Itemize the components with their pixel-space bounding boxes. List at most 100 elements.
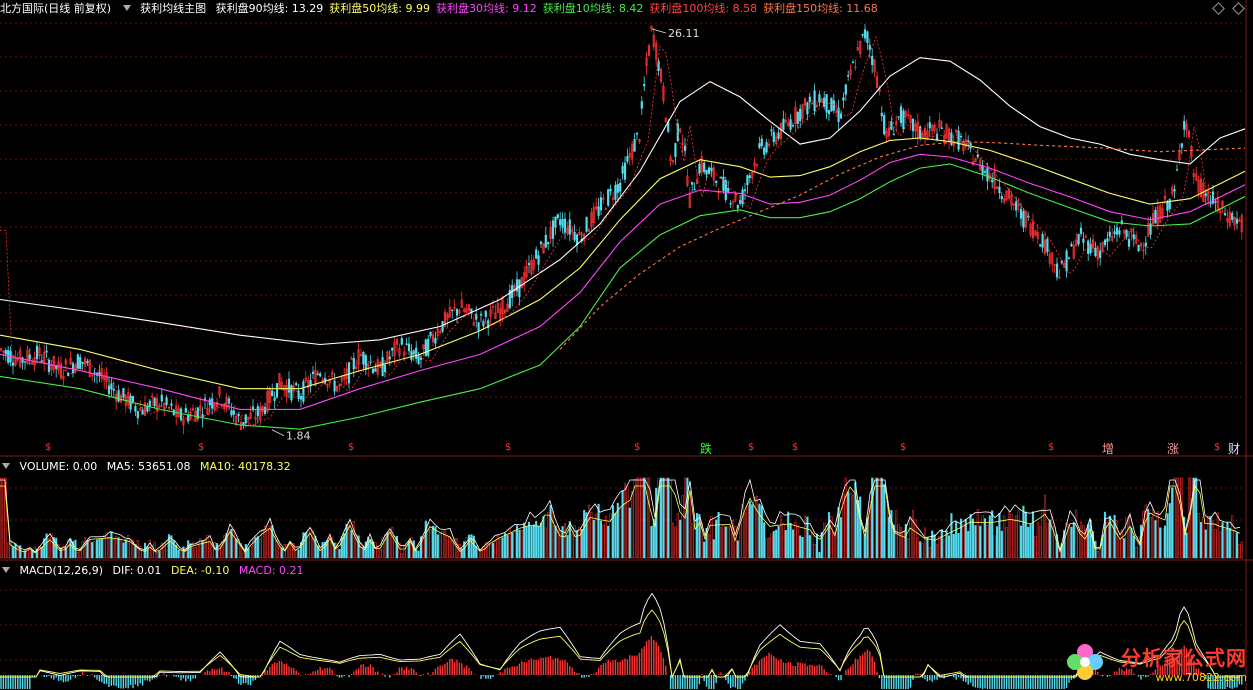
volume-bar (691, 523, 694, 559)
candle-body (1065, 250, 1068, 272)
candle-body (1039, 244, 1042, 247)
candle-body (211, 398, 214, 409)
volume-bar (158, 551, 161, 559)
volume-bar (777, 526, 780, 559)
volume-bar (1211, 520, 1215, 559)
volume-bar (602, 524, 605, 559)
volume-bar (76, 552, 79, 559)
volume-bar (563, 523, 567, 559)
candle-body (299, 395, 303, 400)
candle-body (479, 313, 483, 316)
volume-bar (278, 546, 281, 559)
volume-bar (549, 505, 552, 559)
candle-body (559, 219, 562, 226)
candle-body (11, 362, 15, 366)
volume-bar (839, 517, 843, 559)
candle-body (1000, 196, 1003, 200)
volume-bar (554, 525, 557, 559)
flower-logo-icon (1065, 642, 1105, 682)
volume-bar (991, 510, 994, 559)
signal-marker: $ (1048, 442, 1055, 453)
volume-bar (621, 490, 624, 559)
candle-body (388, 356, 391, 360)
volume-bar (249, 546, 252, 559)
volume-bar (1132, 535, 1135, 559)
candle-body (455, 308, 459, 316)
candle-body (400, 338, 403, 345)
signal-marker: 涨 (1167, 442, 1180, 456)
volume-bar (590, 512, 593, 559)
volume-bar (671, 522, 675, 559)
volume-bar (511, 532, 514, 559)
volume-bar (837, 506, 840, 559)
candle-body (1204, 193, 1207, 197)
candle-body (1223, 213, 1227, 216)
volume-bar (758, 503, 761, 559)
volume-bar (595, 513, 598, 559)
volume-bar (635, 477, 639, 559)
volume-bar (136, 540, 139, 559)
volume-bar (532, 524, 535, 559)
volume-bar (933, 534, 936, 559)
volume-bar (789, 523, 792, 559)
candle-body (1127, 239, 1131, 247)
volume-bar (1070, 526, 1073, 559)
volume-bar (710, 516, 713, 559)
candle-body (547, 241, 550, 245)
volume-bar (1118, 538, 1121, 559)
volume-bar (575, 530, 579, 559)
volume-bar (859, 496, 862, 559)
candle-body (544, 234, 547, 248)
volume-bar (969, 514, 972, 559)
volume-bar (345, 523, 348, 559)
candle-body (633, 139, 636, 152)
high-label: 26.11 (668, 27, 700, 40)
candle-body (295, 383, 298, 386)
candle-body (1214, 201, 1217, 203)
candle-body (1041, 233, 1044, 248)
volume-bar (628, 507, 631, 559)
volume-bar (1075, 509, 1078, 559)
candle-body (902, 110, 905, 130)
volume-bar (542, 516, 545, 559)
candle-body (763, 147, 766, 155)
volume-bar (338, 548, 341, 559)
volume-bar (81, 541, 84, 559)
volume-bar (105, 532, 108, 559)
candle-body (290, 385, 293, 401)
candle-body (1183, 121, 1186, 130)
candle-body (244, 414, 247, 424)
volume-bar (765, 538, 768, 559)
candle-body (67, 372, 70, 377)
candle-body (1046, 238, 1049, 253)
candle-body (424, 339, 427, 357)
volume-bar (352, 520, 355, 559)
volume-bar (518, 529, 521, 559)
candle-body (1108, 231, 1111, 237)
candle-body (1173, 189, 1176, 192)
volume-bar (215, 543, 219, 559)
ma-line-0 (0, 57, 1246, 346)
volume-bar (403, 544, 406, 559)
candle-body (230, 410, 233, 416)
volume-bar (676, 513, 679, 559)
volume-bar (1223, 528, 1227, 559)
volume-bar (976, 509, 979, 559)
kline-chart[interactable]: 26.11 1.84 (0, 0, 1253, 690)
volume-bar (633, 479, 636, 559)
volume-bar (547, 512, 550, 559)
volume-bar (962, 523, 965, 559)
volume-bar (863, 534, 867, 559)
signal-marker: $ (748, 442, 755, 453)
volume-bar (1173, 477, 1176, 559)
candle-body (107, 385, 111, 394)
volume-bar (566, 535, 569, 559)
candle-body (141, 410, 144, 415)
volume-bar (779, 515, 783, 559)
candle-body (597, 206, 600, 216)
volume-bar (525, 526, 528, 559)
volume-bar (55, 537, 58, 559)
candle-body (959, 135, 963, 138)
candle-body (892, 133, 895, 136)
volume-bar (287, 543, 291, 559)
